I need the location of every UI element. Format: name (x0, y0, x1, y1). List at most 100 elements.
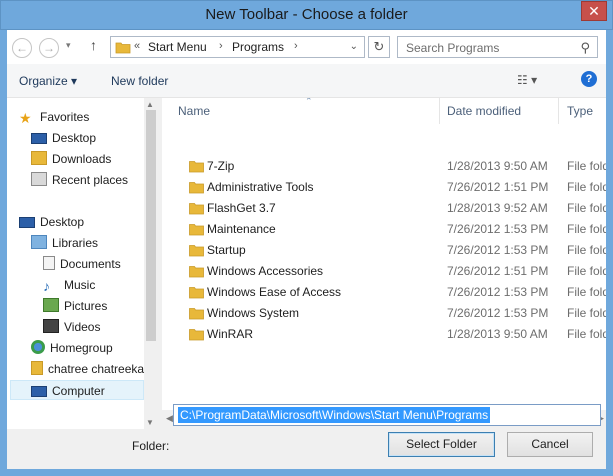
file-date-modified: 7/26/2012 1:53 PM (447, 285, 549, 299)
file-date-modified: 7/26/2012 1:53 PM (447, 222, 549, 236)
pictures-icon (43, 298, 59, 312)
file-type: File folder (567, 264, 606, 278)
table-row[interactable]: Administrative Tools 7/26/2012 1:51 PM Fil… (162, 177, 606, 198)
nav-item-desktop-root[interactable]: Desktop (19, 212, 84, 232)
back-button[interactable]: ← (12, 38, 32, 58)
table-row[interactable]: Windows Accessories 7/26/2012 1:51 PM File… (162, 261, 606, 282)
title-bar: New Toolbar - Choose a folder ✕ (0, 0, 613, 30)
file-date-modified: 1/28/2013 9:52 AM (447, 201, 548, 215)
nav-item-downloads[interactable]: Downloads (31, 149, 111, 169)
nav-item-favorites[interactable]: ★ Favorites (19, 107, 89, 127)
file-date-modified: 7/26/2012 1:51 PM (447, 264, 549, 278)
file-type: File folder (567, 159, 606, 173)
nav-item-homegroup[interactable]: Homegroup (31, 338, 113, 358)
nav-item-recent-places[interactable]: Recent places (31, 170, 128, 190)
new-folder-button[interactable]: New folder (111, 74, 168, 88)
nav-pane-scrollbar[interactable]: ▲ ▼ (144, 98, 158, 429)
address-dropdown-icon[interactable]: ⌄ (350, 41, 358, 52)
file-date-modified: 7/26/2012 1:53 PM (447, 306, 549, 320)
navigation-bar: ← → ▾ ↑ « Start Menu › Programs › ⌄ ↻ Se… (7, 30, 606, 64)
change-view-button[interactable]: ☷ ▾ (517, 73, 537, 87)
breadcrumb-programs[interactable]: Programs (232, 40, 284, 54)
folder-path-input[interactable]: C:\ProgramData\Microsoft\Windows\Start M… (173, 404, 601, 426)
scroll-up-icon[interactable]: ▲ (146, 100, 154, 109)
table-row[interactable]: FlashGet 3.7 1/28/2013 9:52 AM File folder (162, 198, 606, 219)
column-header-type[interactable]: Type (560, 98, 606, 124)
table-row[interactable]: Windows Ease of Access 7/26/2012 1:53 PM F… (162, 282, 606, 303)
folder-icon (189, 308, 204, 320)
folder-icon (189, 224, 204, 236)
details-view-icon: ☷ ▾ (517, 73, 538, 87)
scroll-down-icon[interactable]: ▼ (146, 418, 154, 427)
file-date-modified: 1/28/2013 9:50 AM (447, 159, 548, 173)
file-name: FlashGet 3.7 (207, 201, 276, 215)
nav-item-libraries[interactable]: Libraries (31, 233, 98, 253)
breadcrumb-separator-icon[interactable]: › (294, 40, 298, 52)
folder-icon (189, 182, 204, 194)
nav-item-pictures[interactable]: Pictures (43, 296, 107, 316)
recent-places-icon (31, 172, 47, 186)
file-type: File folder (567, 201, 606, 215)
search-box[interactable]: Search Programs ⚲ (397, 36, 598, 58)
file-name: Maintenance (207, 222, 276, 236)
recent-locations-dropdown[interactable]: ▾ (66, 40, 71, 51)
folder-icon (189, 203, 204, 215)
nav-item-desktop[interactable]: Desktop (31, 128, 96, 148)
star-icon: ★ (19, 110, 32, 126)
file-type: File folder (567, 243, 606, 257)
breadcrumb-start-menu[interactable]: Start Menu (148, 40, 207, 54)
file-name: Windows Accessories (207, 264, 324, 278)
help-button[interactable]: ? (581, 71, 597, 87)
table-row[interactable]: Startup 7/26/2012 1:53 PM File folder (162, 240, 606, 261)
address-bar[interactable]: « Start Menu › Programs › ⌄ (110, 36, 365, 58)
forward-button[interactable]: → (39, 38, 59, 58)
videos-icon (43, 319, 59, 333)
up-button[interactable]: ↑ (90, 37, 97, 53)
folder-icon (115, 42, 131, 54)
column-header-date-modified[interactable]: Date modified (441, 98, 559, 124)
user-folder-icon (31, 361, 43, 375)
desktop-icon (31, 133, 47, 144)
table-row[interactable]: 7-Zip 1/28/2013 9:50 AM File folder (162, 156, 606, 177)
breadcrumb-overflow[interactable]: « (134, 40, 140, 52)
organize-button[interactable]: Organize ▾ (19, 74, 77, 88)
folder-icon (189, 245, 204, 257)
refresh-button[interactable]: ↻ (368, 36, 390, 58)
sort-ascending-icon: ⌃ (305, 98, 313, 106)
table-row[interactable]: WinRAR 1/28/2013 9:50 AM File folder (162, 324, 606, 345)
libraries-icon (31, 235, 47, 249)
file-name: WinRAR (207, 327, 254, 341)
file-name: Windows System (207, 306, 300, 320)
folder-path-text: C:\ProgramData\Microsoft\Windows\Start M… (178, 407, 491, 423)
scroll-left-icon[interactable]: ◀ (166, 413, 173, 424)
folder-icon (189, 266, 204, 278)
file-type: File folder (567, 222, 606, 236)
folder-icon (189, 329, 204, 341)
close-button[interactable]: ✕ (581, 1, 607, 21)
cancel-button[interactable]: Cancel (507, 432, 593, 457)
nav-item-user[interactable]: chatree chatreeka (31, 359, 144, 379)
nav-item-music[interactable]: ♪ Music (43, 275, 95, 295)
back-arrow-icon: ← (16, 41, 28, 55)
file-name: Administrative Tools (207, 180, 314, 194)
nav-item-videos[interactable]: Videos (43, 317, 100, 337)
desktop-icon (19, 217, 35, 228)
file-type: File folder (567, 285, 606, 299)
file-name: 7-Zip (207, 159, 235, 173)
file-name: Windows Ease of Access (207, 285, 342, 299)
table-row[interactable]: Windows System 7/26/2012 1:53 PM File fold… (162, 303, 606, 324)
search-input[interactable]: Search Programs (406, 41, 499, 55)
nav-item-documents[interactable]: Documents (43, 254, 121, 274)
music-icon: ♪ (43, 278, 50, 294)
scrollbar-thumb[interactable] (146, 110, 156, 341)
computer-icon (31, 386, 47, 397)
window-frame: ← → ▾ ↑ « Start Menu › Programs › ⌄ ↻ Se… (0, 30, 613, 476)
select-folder-button[interactable]: Select Folder (388, 432, 495, 457)
file-type: File folder (567, 327, 606, 341)
nav-item-computer[interactable]: Computer (10, 380, 144, 400)
file-name: Startup (207, 243, 246, 257)
file-type: File folder (567, 306, 606, 320)
breadcrumb-separator-icon[interactable]: › (219, 40, 223, 52)
file-type: File folder (567, 180, 606, 194)
table-row[interactable]: Maintenance 7/26/2012 1:53 PM File folder (162, 219, 606, 240)
